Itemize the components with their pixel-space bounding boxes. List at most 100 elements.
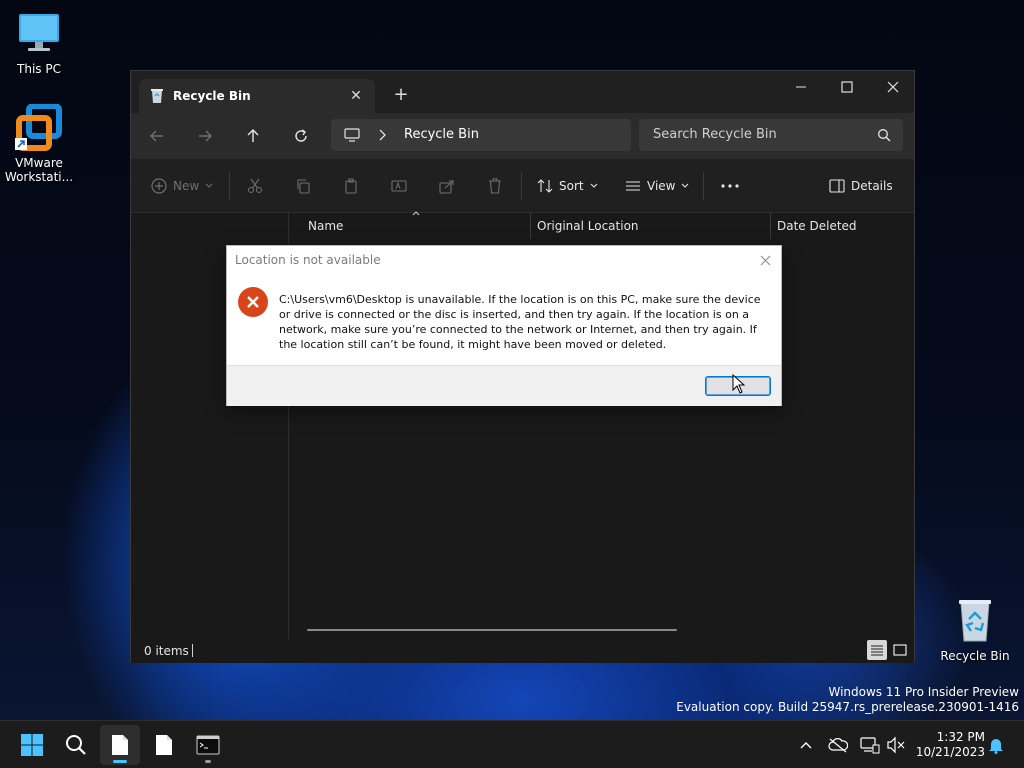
document-icon — [156, 735, 172, 755]
plus-circle-icon — [151, 178, 167, 194]
column-header-row: Name Original Location Date Deleted — [290, 211, 914, 239]
share-button[interactable] — [439, 174, 455, 198]
view-list-icon — [626, 181, 640, 191]
search-placeholder: Search Recycle Bin — [653, 127, 777, 142]
tab-close-button[interactable]: ✕ — [345, 85, 367, 107]
taskbar-notepad[interactable] — [144, 725, 184, 765]
tab-recycle-bin[interactable]: Recycle Bin ✕ — [139, 79, 375, 113]
details-view-icon — [871, 645, 883, 656]
view-button[interactable]: View — [625, 174, 689, 198]
desktop-icon-recycle-bin[interactable]: Recycle Bin — [937, 597, 1013, 663]
forward-button[interactable] — [189, 120, 221, 152]
column-header-original-location[interactable]: Original Location — [537, 219, 639, 233]
running-indicator — [205, 760, 211, 763]
active-indicator — [113, 760, 127, 763]
desktop-icon-label: This PC — [17, 62, 61, 76]
close-icon — [760, 255, 770, 265]
maximize-button[interactable] — [824, 71, 870, 103]
search-box[interactable]: Search Recycle Bin — [639, 119, 903, 151]
column-divider[interactable] — [770, 213, 771, 239]
dialog-close-button[interactable] — [755, 250, 775, 270]
new-label: New — [173, 179, 200, 193]
desktop-icon-vmware[interactable]: VMware Workstati... — [1, 104, 77, 184]
clipboard-icon — [345, 178, 357, 194]
desktop-icon-this-pc[interactable]: This PC — [1, 10, 77, 76]
chevron-down-icon — [205, 183, 213, 188]
more-options-button[interactable] — [721, 174, 739, 198]
search-button[interactable] — [56, 725, 96, 765]
up-button[interactable] — [237, 120, 269, 152]
column-header-date-deleted[interactable]: Date Deleted — [777, 219, 857, 233]
copy-button[interactable] — [295, 174, 311, 198]
error-dialog: Location is not available C:\Users\vm6\D… — [226, 245, 782, 406]
paste-button[interactable] — [343, 174, 359, 198]
view-label: View — [647, 179, 676, 193]
taskbar-file-explorer[interactable] — [100, 725, 140, 765]
search-icon — [66, 735, 86, 755]
divider — [229, 172, 230, 200]
details-pane-icon — [829, 179, 845, 193]
cut-button[interactable] — [247, 174, 263, 198]
chevron-up-icon — [412, 211, 420, 216]
taskbar-terminal[interactable] — [188, 725, 228, 765]
share-icon — [439, 180, 454, 194]
scissors-icon — [247, 178, 263, 194]
tab-title: Recycle Bin — [173, 89, 251, 103]
recycle-bin-icon — [149, 88, 165, 104]
mouse-cursor-icon — [732, 374, 746, 394]
monitor-icon — [15, 10, 63, 58]
vmware-icon — [15, 104, 63, 152]
more-icon — [721, 184, 739, 188]
new-button[interactable]: New — [151, 174, 213, 198]
sort-label: Sort — [559, 179, 584, 193]
system-clock[interactable]: 1:32 PM 10/21/2023 — [915, 730, 985, 760]
chevron-down-icon — [590, 183, 597, 188]
close-button[interactable] — [870, 71, 916, 103]
rename-icon — [391, 180, 407, 192]
new-tab-button[interactable]: + — [389, 83, 413, 107]
address-bar[interactable]: Recycle Bin — [331, 119, 631, 151]
horizontal-scrollbar[interactable] — [307, 629, 677, 631]
volume-muted-icon[interactable] — [886, 735, 906, 755]
this-pc-icon — [344, 127, 360, 143]
error-icon — [237, 286, 269, 318]
show-hidden-icons-button[interactable] — [796, 735, 816, 755]
back-button[interactable] — [141, 120, 173, 152]
details-pane-button[interactable]: Details — [829, 174, 893, 198]
column-divider[interactable] — [530, 213, 531, 239]
sort-icon — [537, 179, 553, 193]
sort-button[interactable]: Sort — [537, 174, 598, 198]
evaluation-watermark: Windows 11 Pro Insider Preview Evaluatio… — [676, 685, 1019, 715]
chevron-right-icon — [377, 129, 387, 141]
address-location: Recycle Bin — [404, 127, 479, 142]
status-bar: 0 items — [131, 639, 914, 663]
dialog-title: Location is not available — [235, 253, 381, 267]
taskbar: 1:32 PM 10/21/2023 — [0, 720, 1024, 768]
minimize-button[interactable] — [778, 71, 824, 103]
onedrive-icon[interactable] — [828, 735, 848, 755]
refresh-button[interactable] — [285, 120, 317, 152]
windows-logo-icon — [21, 734, 43, 756]
navigation-bar: Recycle Bin Search Recycle Bin — [131, 113, 914, 159]
rename-button[interactable] — [391, 174, 407, 198]
title-bar: Recycle Bin ✕ + — [131, 71, 914, 113]
watermark-line-2: Evaluation copy. Build 25947.rs_prerelea… — [676, 700, 1019, 714]
chevron-up-icon — [800, 742, 812, 749]
document-icon — [112, 735, 128, 755]
dialog-footer — [227, 365, 781, 406]
large-icons-view-button[interactable] — [890, 640, 910, 660]
column-header-name[interactable]: Name — [308, 219, 343, 233]
notification-bell-icon[interactable] — [986, 735, 1006, 755]
clock-time: 1:32 PM — [936, 730, 985, 744]
copy-icon — [297, 179, 310, 194]
details-view-button[interactable] — [867, 640, 887, 660]
start-button[interactable] — [12, 725, 52, 765]
search-icon — [877, 128, 891, 142]
delete-button[interactable] — [487, 174, 503, 198]
clock-date: 10/21/2023 — [915, 745, 985, 759]
network-icon[interactable] — [860, 735, 880, 755]
item-count: 0 items — [144, 644, 189, 658]
desktop-icon-label: Recycle Bin — [940, 649, 1010, 663]
large-icons-view-icon — [893, 644, 907, 656]
watermark-line-1: Windows 11 Pro Insider Preview — [828, 685, 1019, 699]
